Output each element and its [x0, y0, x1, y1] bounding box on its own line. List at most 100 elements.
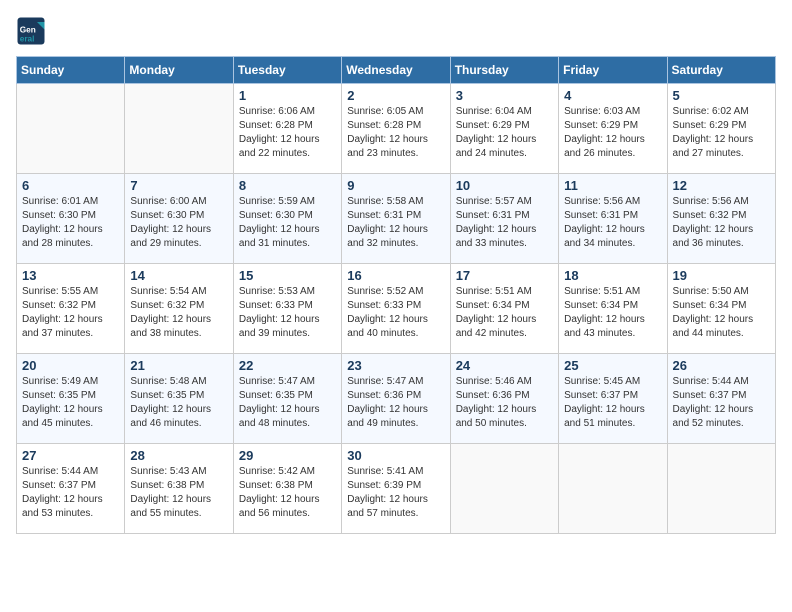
day-header-saturday: Saturday: [667, 57, 775, 84]
day-info: Sunrise: 5:47 AM Sunset: 6:35 PM Dayligh…: [239, 375, 336, 431]
day-number: 29: [239, 448, 336, 463]
day-header-sunday: Sunday: [17, 57, 125, 84]
day-info: Sunrise: 5:46 AM Sunset: 6:36 PM Dayligh…: [456, 375, 553, 431]
calendar-cell: 1Sunrise: 6:06 AM Sunset: 6:28 PM Daylig…: [233, 84, 341, 174]
calendar-cell: 14 Sunrise: 5:54 AM Sunset: 6:32 PM Dayli…: [125, 264, 233, 354]
day-info: Sunrise: 5:56 AM Sunset: 6:32 PM Dayligh…: [673, 195, 770, 251]
day-number: 18: [564, 268, 661, 283]
calendar-cell: 18 Sunrise: 5:51 AM Sunset: 6:34 PM Dayli…: [559, 264, 667, 354]
day-info: Sunrise: 5:50 AM Sunset: 6:34 PM Dayligh…: [673, 285, 770, 341]
day-info: Sunrise: 6:03 AM Sunset: 6:29 PM Dayligh…: [564, 105, 661, 161]
day-number: 27: [22, 448, 119, 463]
calendar-cell: 13 Sunrise: 5:55 AM Sunset: 6:32 PM Dayli…: [17, 264, 125, 354]
calendar-cell: 2 Sunrise: 6:05 AM Sunset: 6:28 PM Daylig…: [342, 84, 450, 174]
day-info: Sunrise: 6:05 AM Sunset: 6:28 PM Dayligh…: [347, 105, 444, 161]
day-info: Sunrise: 6:01 AM Sunset: 6:30 PM Dayligh…: [22, 195, 119, 251]
calendar-cell: 29 Sunrise: 5:42 AM Sunset: 6:38 PM Dayli…: [233, 444, 341, 534]
day-number: 13: [22, 268, 119, 283]
day-info: Sunrise: 5:44 AM Sunset: 6:37 PM Dayligh…: [22, 465, 119, 521]
logo-icon: Gen eral: [16, 16, 46, 46]
day-info: Sunrise: 6:02 AM Sunset: 6:29 PM Dayligh…: [673, 105, 770, 161]
day-info: Sunrise: 5:43 AM Sunset: 6:38 PM Dayligh…: [130, 465, 227, 521]
day-info: Sunrise: 5:54 AM Sunset: 6:32 PM Dayligh…: [130, 285, 227, 341]
day-number: 23: [347, 358, 444, 373]
day-number: 12: [673, 178, 770, 193]
day-number: 4: [564, 88, 661, 103]
calendar-body: 1Sunrise: 6:06 AM Sunset: 6:28 PM Daylig…: [17, 84, 776, 534]
day-info: Sunrise: 5:41 AM Sunset: 6:39 PM Dayligh…: [347, 465, 444, 521]
day-number: 2: [347, 88, 444, 103]
day-number: 21: [130, 358, 227, 373]
calendar-cell: 5 Sunrise: 6:02 AM Sunset: 6:29 PM Daylig…: [667, 84, 775, 174]
week-row-4: 20Sunrise: 5:49 AM Sunset: 6:35 PM Dayli…: [17, 354, 776, 444]
day-number: 20: [22, 358, 119, 373]
calendar-cell: 3Sunrise: 6:04 AM Sunset: 6:29 PM Daylig…: [450, 84, 558, 174]
day-header-monday: Monday: [125, 57, 233, 84]
day-number: 5: [673, 88, 770, 103]
week-row-2: 6 Sunrise: 6:01 AM Sunset: 6:30 PM Daylig…: [17, 174, 776, 264]
week-row-5: 27 Sunrise: 5:44 AM Sunset: 6:37 PM Dayli…: [17, 444, 776, 534]
day-info: Sunrise: 5:47 AM Sunset: 6:36 PM Dayligh…: [347, 375, 444, 431]
page-header: Gen eral: [16, 16, 776, 46]
day-info: Sunrise: 5:55 AM Sunset: 6:32 PM Dayligh…: [22, 285, 119, 341]
calendar-cell: 6 Sunrise: 6:01 AM Sunset: 6:30 PM Daylig…: [17, 174, 125, 264]
calendar-cell: 9 Sunrise: 5:58 AM Sunset: 6:31 PM Daylig…: [342, 174, 450, 264]
calendar-cell: 27 Sunrise: 5:44 AM Sunset: 6:37 PM Dayli…: [17, 444, 125, 534]
day-info: Sunrise: 5:42 AM Sunset: 6:38 PM Dayligh…: [239, 465, 336, 521]
day-number: 10: [456, 178, 553, 193]
calendar-cell: 28 Sunrise: 5:43 AM Sunset: 6:38 PM Dayli…: [125, 444, 233, 534]
day-number: 15: [239, 268, 336, 283]
day-number: 3: [456, 88, 553, 103]
calendar-table: SundayMondayTuesdayWednesdayThursdayFrid…: [16, 56, 776, 534]
week-row-1: 1Sunrise: 6:06 AM Sunset: 6:28 PM Daylig…: [17, 84, 776, 174]
day-number: 16: [347, 268, 444, 283]
day-number: 25: [564, 358, 661, 373]
day-number: 28: [130, 448, 227, 463]
day-number: 24: [456, 358, 553, 373]
svg-text:eral: eral: [20, 35, 35, 44]
day-info: Sunrise: 5:45 AM Sunset: 6:37 PM Dayligh…: [564, 375, 661, 431]
day-number: 1: [239, 88, 336, 103]
days-of-week-row: SundayMondayTuesdayWednesdayThursdayFrid…: [17, 57, 776, 84]
day-number: 14: [130, 268, 227, 283]
day-number: 19: [673, 268, 770, 283]
logo: Gen eral: [16, 16, 50, 46]
day-info: Sunrise: 5:44 AM Sunset: 6:37 PM Dayligh…: [673, 375, 770, 431]
calendar-cell: 26Sunrise: 5:44 AM Sunset: 6:37 PM Dayli…: [667, 354, 775, 444]
day-number: 8: [239, 178, 336, 193]
calendar-cell: [450, 444, 558, 534]
day-header-thursday: Thursday: [450, 57, 558, 84]
svg-text:Gen: Gen: [20, 26, 36, 35]
calendar-cell: 17 Sunrise: 5:51 AM Sunset: 6:34 PM Dayli…: [450, 264, 558, 354]
day-info: Sunrise: 5:51 AM Sunset: 6:34 PM Dayligh…: [564, 285, 661, 341]
day-number: 6: [22, 178, 119, 193]
day-number: 11: [564, 178, 661, 193]
calendar-cell: 24 Sunrise: 5:46 AM Sunset: 6:36 PM Dayli…: [450, 354, 558, 444]
day-info: Sunrise: 5:59 AM Sunset: 6:30 PM Dayligh…: [239, 195, 336, 251]
day-header-friday: Friday: [559, 57, 667, 84]
calendar-cell: 30Sunrise: 5:41 AM Sunset: 6:39 PM Dayli…: [342, 444, 450, 534]
calendar-cell: 7Sunrise: 6:00 AM Sunset: 6:30 PM Daylig…: [125, 174, 233, 264]
calendar-cell: 8 Sunrise: 5:59 AM Sunset: 6:30 PM Daylig…: [233, 174, 341, 264]
day-info: Sunrise: 5:56 AM Sunset: 6:31 PM Dayligh…: [564, 195, 661, 251]
day-info: Sunrise: 5:51 AM Sunset: 6:34 PM Dayligh…: [456, 285, 553, 341]
day-number: 9: [347, 178, 444, 193]
calendar-cell: 16Sunrise: 5:52 AM Sunset: 6:33 PM Dayli…: [342, 264, 450, 354]
calendar-cell: 21 Sunrise: 5:48 AM Sunset: 6:35 PM Dayli…: [125, 354, 233, 444]
day-info: Sunrise: 5:57 AM Sunset: 6:31 PM Dayligh…: [456, 195, 553, 251]
day-info: Sunrise: 5:58 AM Sunset: 6:31 PM Dayligh…: [347, 195, 444, 251]
day-info: Sunrise: 5:53 AM Sunset: 6:33 PM Dayligh…: [239, 285, 336, 341]
week-row-3: 13 Sunrise: 5:55 AM Sunset: 6:32 PM Dayli…: [17, 264, 776, 354]
calendar-cell: [17, 84, 125, 174]
day-info: Sunrise: 6:00 AM Sunset: 6:30 PM Dayligh…: [130, 195, 227, 251]
calendar-cell: [559, 444, 667, 534]
calendar-cell: [667, 444, 775, 534]
day-info: Sunrise: 5:48 AM Sunset: 6:35 PM Dayligh…: [130, 375, 227, 431]
day-number: 22: [239, 358, 336, 373]
day-number: 17: [456, 268, 553, 283]
calendar-cell: 15 Sunrise: 5:53 AM Sunset: 6:33 PM Dayli…: [233, 264, 341, 354]
calendar-cell: 10 Sunrise: 5:57 AM Sunset: 6:31 PM Dayli…: [450, 174, 558, 264]
day-header-tuesday: Tuesday: [233, 57, 341, 84]
calendar-cell: 19 Sunrise: 5:50 AM Sunset: 6:34 PM Dayli…: [667, 264, 775, 354]
calendar-cell: 4 Sunrise: 6:03 AM Sunset: 6:29 PM Daylig…: [559, 84, 667, 174]
